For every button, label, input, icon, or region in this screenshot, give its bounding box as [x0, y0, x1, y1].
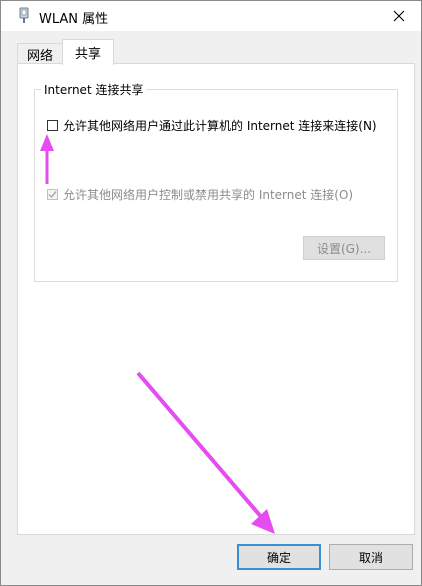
allow-share-label: 允许其他网络用户通过此计算机的 Internet 连接来连接(N) — [63, 119, 377, 133]
network-adapter-icon — [19, 7, 29, 23]
ok-button[interactable]: 确定 — [237, 544, 321, 570]
checkmark-icon — [48, 191, 57, 199]
tab-strip: 网络 共享 — [17, 39, 413, 65]
cancel-button[interactable]: 取消 — [329, 544, 413, 570]
close-icon — [393, 10, 405, 22]
wlan-properties-dialog: WLAN 属性 网络 共享 Internet 连接共享 允许其他网络用户通过此计… — [0, 0, 422, 586]
internet-sharing-group: Internet 连接共享 允许其他网络用户通过此计算机的 Internet 连… — [34, 81, 398, 282]
tab-network-label: 网络 — [26, 48, 53, 64]
tab-sharing[interactable]: 共享 — [62, 39, 114, 65]
allow-control-checkbox — [47, 189, 58, 200]
window-title: WLAN 属性 — [39, 12, 109, 27]
allow-share-checkbox[interactable] — [47, 120, 58, 131]
close-button[interactable] — [377, 1, 421, 31]
cancel-button-label: 取消 — [358, 550, 383, 565]
tab-sharing-label: 共享 — [74, 47, 101, 62]
allow-control-label: 允许其他网络用户控制或禁用共享的 Internet 连接(O) — [63, 188, 354, 202]
allow-share-row[interactable]: 允许其他网络用户通过此计算机的 Internet 连接来连接(N) — [47, 117, 377, 134]
settings-button-label: 设置(G)... — [316, 241, 372, 256]
sharing-panel: Internet 连接共享 允许其他网络用户通过此计算机的 Internet 连… — [17, 63, 415, 535]
title-bar: WLAN 属性 — [1, 1, 421, 31]
tab-network[interactable]: 网络 — [17, 43, 63, 64]
settings-button: 设置(G)... — [303, 236, 385, 260]
group-label: Internet 连接共享 — [41, 81, 147, 98]
allow-control-row: 允许其他网络用户控制或禁用共享的 Internet 连接(O) — [47, 186, 353, 203]
ok-button-label: 确定 — [266, 550, 291, 565]
